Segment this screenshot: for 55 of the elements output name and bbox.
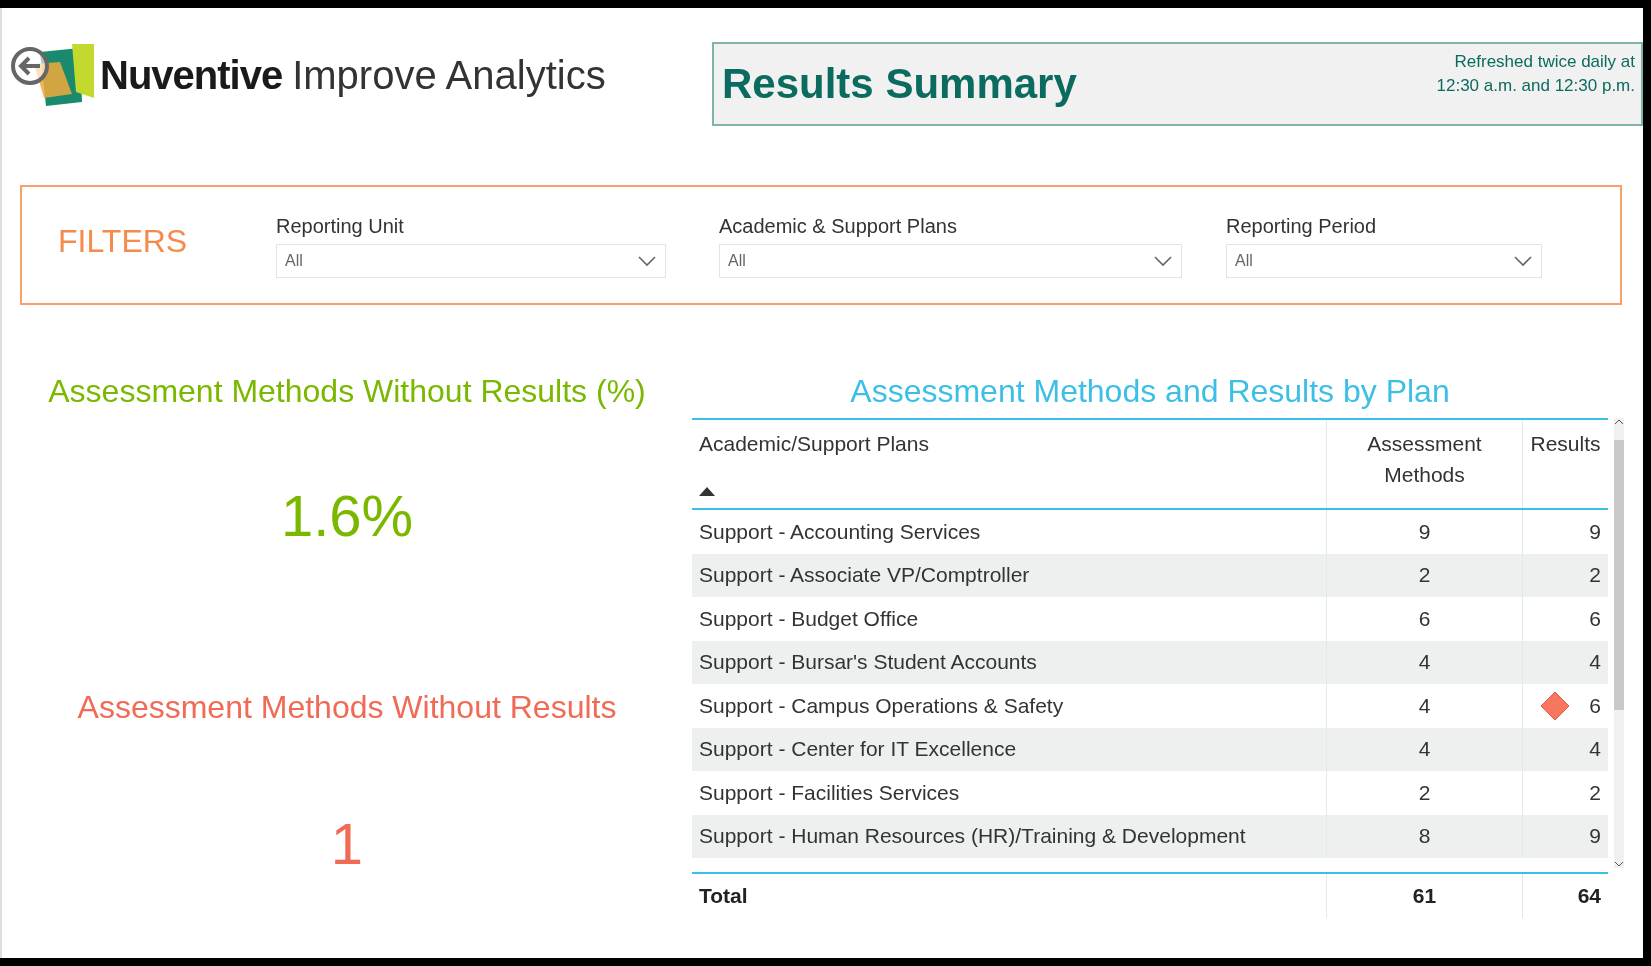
column-header[interactable]: Results [1530, 428, 1601, 459]
table-cell: 2 [1326, 553, 1522, 597]
total-value: 64 [1577, 883, 1601, 908]
filter-dropdown[interactable]: All [276, 244, 666, 278]
table-cell: 2 [1326, 771, 1522, 815]
scroll-down-icon[interactable] [1614, 860, 1624, 868]
table-cell: 9 [1589, 519, 1601, 544]
table-cell: 2 [1589, 780, 1601, 805]
refresh-note: Refreshed twice daily at [1454, 52, 1635, 72]
table-cell-text: Support - Center for IT Excellence [698, 736, 1018, 763]
table-cell: 4 [1326, 727, 1522, 771]
table-cell: 4 [1326, 640, 1522, 684]
table-cell-text: Support - Facilities Services [698, 779, 961, 806]
filters-title: FILTERS [58, 223, 189, 260]
table-cell: 2 [1589, 563, 1601, 588]
total-label: Total [698, 882, 749, 909]
filter-label: Reporting Unit [276, 215, 405, 238]
filter-label: Academic & Support Plans [719, 215, 958, 238]
table-cell: 4 [1589, 737, 1601, 762]
column-header[interactable]: Assessment Methods [1334, 428, 1515, 490]
kpi-title: Assessment Methods Without Results [77, 689, 617, 726]
table-cell-text: Support - Human Resources (HR)/Training & Development [698, 823, 1247, 850]
table-cell-text: Support - Accounting Services [698, 518, 982, 545]
filter-dropdown[interactable]: All [719, 244, 1182, 278]
table-cell-text: Support - Budget Office [698, 605, 920, 632]
kpi-title: Assessment Methods Without Results (%) [48, 373, 646, 410]
total-value: 61 [1326, 874, 1522, 918]
table-cell: 4 [1326, 684, 1522, 728]
table-cell: 9 [1326, 510, 1522, 554]
scrollbar[interactable] [1614, 418, 1624, 868]
product-name: Improve Analytics [292, 52, 606, 98]
table-cell: 8 [1326, 814, 1522, 858]
kpi-value: 1.6% [280, 482, 414, 549]
logo-icon [10, 44, 94, 106]
table-title: Assessment Methods and Results by Plan [849, 373, 1451, 410]
scroll-up-icon[interactable] [1614, 418, 1624, 426]
brand-name: Nuventive [100, 52, 283, 98]
table-cell: 6 [1589, 693, 1601, 718]
table-cell: 9 [1589, 824, 1601, 849]
chevron-down-icon [637, 255, 657, 267]
kpi-value: 1 [330, 810, 364, 877]
chevron-down-icon [1153, 255, 1173, 267]
table-cell: 4 [1589, 650, 1601, 675]
table-cell-text: Support - Bursar's Student Accounts [698, 649, 1038, 676]
chevron-down-icon [1513, 255, 1533, 267]
table-cell-text: Support - Associate VP/Comptroller [698, 562, 1031, 589]
table-cell: 6 [1326, 597, 1522, 641]
table-cell-text: Support - Campus Operations & Safety [698, 692, 1065, 719]
filter-dropdown[interactable]: All [1226, 244, 1542, 278]
sort-ascending-icon[interactable] [699, 487, 715, 496]
table-cell: 6 [1589, 606, 1601, 631]
column-header[interactable]: Academic/Support Plans [699, 428, 929, 459]
refresh-note: 12:30 a.m. and 12:30 p.m. [1436, 76, 1635, 96]
page-title: Results Summary [722, 60, 1077, 108]
filter-label: Reporting Period [1226, 215, 1378, 238]
